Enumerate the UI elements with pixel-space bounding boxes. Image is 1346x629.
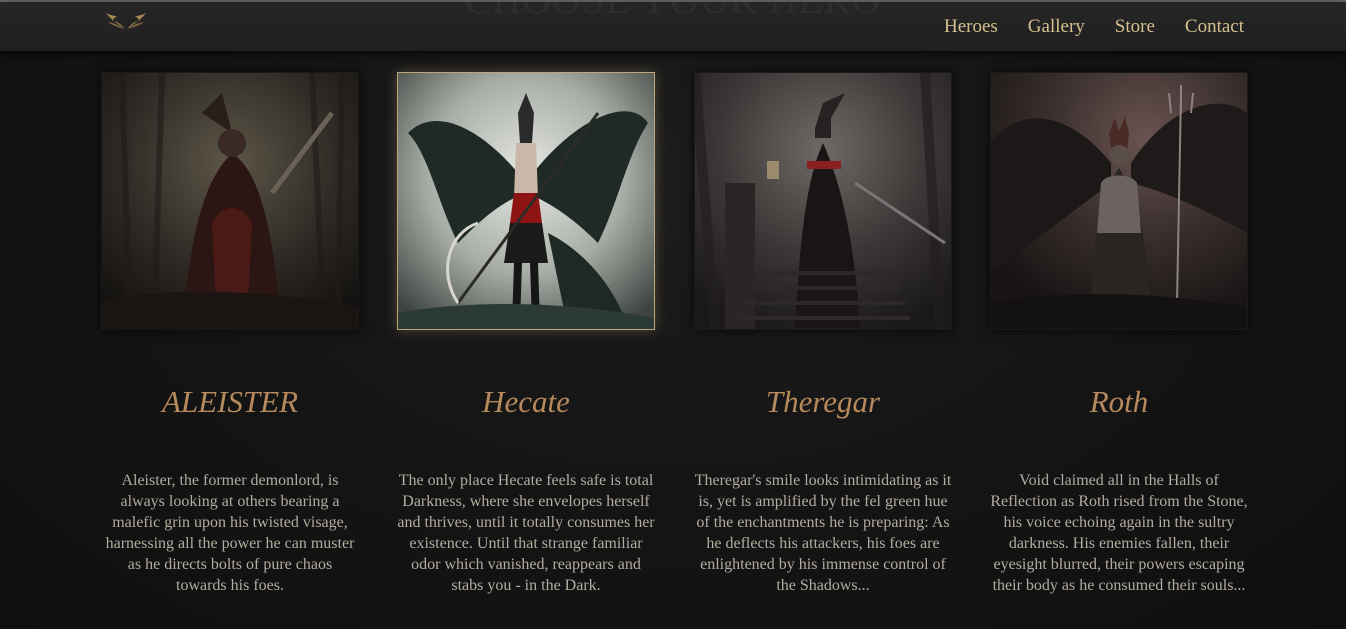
hero-description: The only place Hecate feels safe is tota…: [397, 472, 655, 594]
navbar: CHOOSE YOUR HERO Heroes Gallery Store Co…: [0, 2, 1346, 51]
hero-name: Theregar: [765, 384, 881, 419]
hero-card-theregar: Theregar Theregar's smile looks intimida…: [694, 72, 952, 594]
nav-links: Heroes Gallery Store Contact: [944, 16, 1244, 38]
hero-portrait-aleister[interactable]: [101, 72, 359, 330]
page: CHOOSE YOUR HERO Heroes Gallery Store Co…: [0, 0, 1346, 629]
hero-card-hecate: Hecate The only place Hecate feels safe …: [397, 72, 655, 594]
hero-portrait-theregar[interactable]: [694, 72, 952, 330]
hero-portrait-roth[interactable]: [990, 72, 1248, 330]
hero-name: Roth: [1089, 384, 1149, 419]
hero-portrait-hecate[interactable]: [397, 72, 655, 330]
hero-card-roth: Roth Void claimed all in the Halls of Re…: [990, 72, 1248, 594]
hero-name: ALEISTER: [161, 384, 299, 419]
nav-link-store[interactable]: Store: [1115, 16, 1155, 38]
nav-link-heroes[interactable]: Heroes: [944, 16, 998, 38]
nav-link-gallery[interactable]: Gallery: [1028, 16, 1085, 38]
nav-link-contact[interactable]: Contact: [1185, 16, 1244, 38]
hero-description: Theregar's smile looks intimidating as i…: [694, 472, 952, 594]
hero-card-aleister: ALEISTER Aleister, the former demonlord,…: [101, 72, 359, 594]
hero-name: Hecate: [482, 384, 570, 419]
hero-description: Aleister, the former demonlord, is alway…: [105, 472, 355, 594]
hero-description: Void claimed all in the Halls of Reflect…: [990, 472, 1248, 594]
winged-logo-icon[interactable]: [104, 11, 148, 33]
